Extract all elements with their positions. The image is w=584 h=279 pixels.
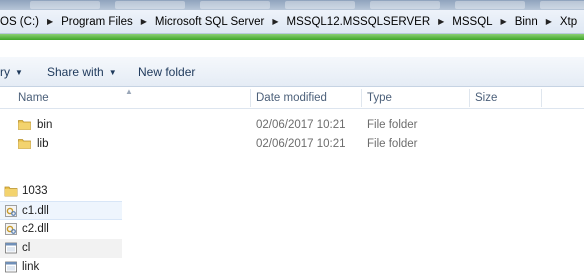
- breadcrumb-arrow-icon[interactable]: ▶: [138, 17, 150, 26]
- list-item[interactable]: c2.dll: [0, 220, 122, 239]
- breadcrumb-item-instance[interactable]: MSSQL12.MSSQLSERVER: [282, 16, 436, 28]
- column-headers: ▲ Name Date modified Type Size: [0, 87, 584, 109]
- breadcrumb-item-program-files[interactable]: Program Files: [56, 16, 138, 28]
- breadcrumb-arrow-icon[interactable]: ▶: [44, 17, 56, 26]
- column-divider[interactable]: [469, 89, 470, 107]
- column-divider[interactable]: [361, 89, 362, 107]
- list-item-label: link: [22, 261, 40, 273]
- breadcrumb-item-drive[interactable]: OS (C:): [0, 16, 44, 28]
- column-header-name[interactable]: Name: [18, 92, 49, 104]
- address-bar[interactable]: OS (C:) ▶ Program Files ▶ Microsoft SQL …: [0, 10, 584, 34]
- new-folder-label: New folder: [138, 65, 196, 79]
- file-row[interactable]: bin 02/06/2017 10:21 File folder: [0, 116, 584, 135]
- blurred-tab: [540, 1, 584, 9]
- exe-icon: [5, 261, 17, 273]
- lower-file-list: 1033 c1.dll c2.dll cl link: [0, 180, 124, 279]
- breadcrumb-arrow-icon[interactable]: ▶: [543, 17, 555, 26]
- dll-icon: [5, 205, 17, 217]
- file-row[interactable]: lib 02/06/2017 10:21 File folder: [0, 135, 584, 154]
- list-item[interactable]: 1033: [0, 182, 122, 201]
- blurred-tab: [200, 1, 270, 9]
- exe-icon: [5, 242, 17, 254]
- chevron-down-icon: ▼: [15, 68, 23, 77]
- share-with-label: Share with: [47, 65, 104, 79]
- file-type: File folder: [367, 119, 418, 131]
- organize-label: ry: [0, 65, 10, 79]
- sort-ascending-icon: ▲: [125, 87, 133, 96]
- breadcrumb-item-sql-server[interactable]: Microsoft SQL Server: [150, 16, 270, 28]
- column-header-date[interactable]: Date modified: [256, 92, 327, 104]
- dll-icon: [5, 223, 17, 235]
- breadcrumb: OS (C:) ▶ Program Files ▶ Microsoft SQL …: [0, 12, 584, 31]
- column-header-type[interactable]: Type: [367, 92, 392, 104]
- list-item[interactable]: cl: [0, 239, 122, 258]
- file-date: 02/06/2017 10:21: [256, 138, 346, 150]
- folder-icon: [18, 120, 31, 130]
- chevron-down-icon: ▼: [108, 68, 117, 77]
- blurred-tab: [30, 1, 100, 9]
- breadcrumb-item-mssql[interactable]: MSSQL: [447, 16, 497, 28]
- file-name: bin: [37, 119, 53, 131]
- list-item-label: c1.dll: [22, 205, 49, 217]
- breadcrumb-arrow-icon[interactable]: ▶: [435, 17, 447, 26]
- new-folder-button[interactable]: New folder: [138, 65, 195, 79]
- column-header-size[interactable]: Size: [475, 92, 497, 104]
- breadcrumb-item-binn[interactable]: Binn: [510, 16, 543, 28]
- list-item-label: 1033: [22, 185, 48, 197]
- breadcrumb-arrow-icon[interactable]: ▶: [498, 17, 510, 26]
- blurred-taskbar-strip: [0, 0, 584, 10]
- command-toolbar: ry ▼ Share with ▼ New folder: [0, 57, 584, 87]
- blurred-tab: [455, 1, 525, 9]
- progress-fill: [0, 34, 584, 40]
- list-item-label: c2.dll: [22, 223, 49, 235]
- folder-icon: [18, 139, 31, 149]
- breadcrumb-item-xtp[interactable]: Xtp: [555, 16, 582, 28]
- list-item[interactable]: c1.dll: [0, 201, 122, 220]
- address-progress-bar: [0, 34, 584, 40]
- list-item-label: cl: [22, 242, 31, 254]
- organize-library-button[interactable]: ry ▼: [0, 65, 23, 79]
- column-divider[interactable]: [541, 89, 542, 107]
- file-type: File folder: [367, 138, 418, 150]
- breadcrumb-arrow-icon[interactable]: ▶: [269, 17, 281, 26]
- blurred-tab: [370, 1, 440, 9]
- blurred-tab: [285, 1, 355, 9]
- file-name: lib: [37, 138, 49, 150]
- folder-icon: [4, 186, 18, 197]
- share-with-button[interactable]: Share with ▼: [47, 65, 117, 79]
- column-divider[interactable]: [250, 89, 251, 107]
- file-date: 02/06/2017 10:21: [256, 119, 346, 131]
- blurred-tab: [115, 1, 185, 9]
- list-item[interactable]: link: [0, 258, 122, 277]
